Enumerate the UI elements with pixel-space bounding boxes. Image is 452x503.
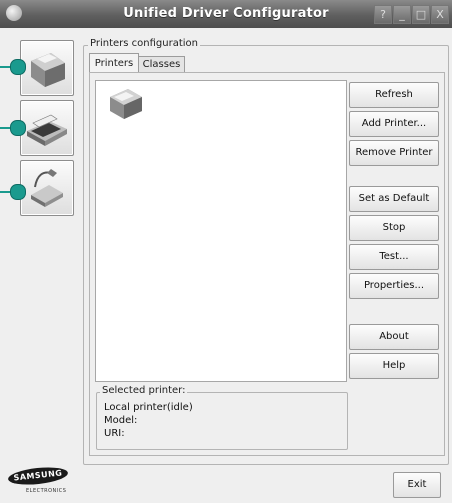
add-printer-button[interactable]: Add Printer... xyxy=(349,111,439,137)
sidebar-item-scanners[interactable] xyxy=(20,100,74,156)
stop-button[interactable]: Stop xyxy=(349,215,439,241)
tab-printers[interactable]: Printers xyxy=(89,53,139,73)
selected-printer-title: Selected printer: xyxy=(100,385,188,396)
group-title: Printers configuration xyxy=(88,38,200,49)
scanner-icon xyxy=(27,114,67,146)
printer-status: Local printer(idle) xyxy=(104,402,193,413)
help-window-button[interactable]: ? xyxy=(374,5,392,24)
list-item[interactable] xyxy=(104,85,146,125)
test-button[interactable]: Test... xyxy=(349,244,439,270)
sidebar-item-ports[interactable] xyxy=(20,160,74,216)
printer-icon xyxy=(31,53,65,87)
tab-classes[interactable]: Classes xyxy=(138,56,185,73)
maximize-button[interactable]: □ xyxy=(412,5,430,24)
help-button[interactable]: Help xyxy=(349,353,439,379)
title-bar: Unified Driver Configurator ? _ □ X xyxy=(0,0,452,28)
sidebar-item-printers[interactable] xyxy=(20,40,74,96)
properties-button[interactable]: Properties... xyxy=(349,273,439,299)
printer-icon xyxy=(110,89,142,119)
logo-brand: SAMSUNG xyxy=(7,464,69,488)
exit-button[interactable]: Exit xyxy=(393,472,441,498)
logo-sub: ELECTRONICS xyxy=(26,488,67,494)
set-default-button[interactable]: Set as Default xyxy=(349,186,439,212)
minimize-button[interactable]: _ xyxy=(393,5,411,24)
callout-dot-scanners xyxy=(10,120,26,136)
about-button[interactable]: About xyxy=(349,324,439,350)
refresh-button[interactable]: Refresh xyxy=(349,82,439,108)
close-button[interactable]: X xyxy=(431,5,449,24)
samsung-logo: SAMSUNG ELECTRONICS xyxy=(7,464,70,494)
callout-dot-printers xyxy=(10,59,26,75)
printer-uri: URI: xyxy=(104,428,125,439)
printer-model: Model: xyxy=(104,415,138,426)
printer-list[interactable] xyxy=(95,80,347,382)
callout-dot-ports xyxy=(10,184,26,200)
remove-printer-button[interactable]: Remove Printer xyxy=(349,140,439,166)
app-window: Unified Driver Configurator ? _ □ X Prin… xyxy=(0,0,452,503)
port-icon xyxy=(31,169,63,207)
